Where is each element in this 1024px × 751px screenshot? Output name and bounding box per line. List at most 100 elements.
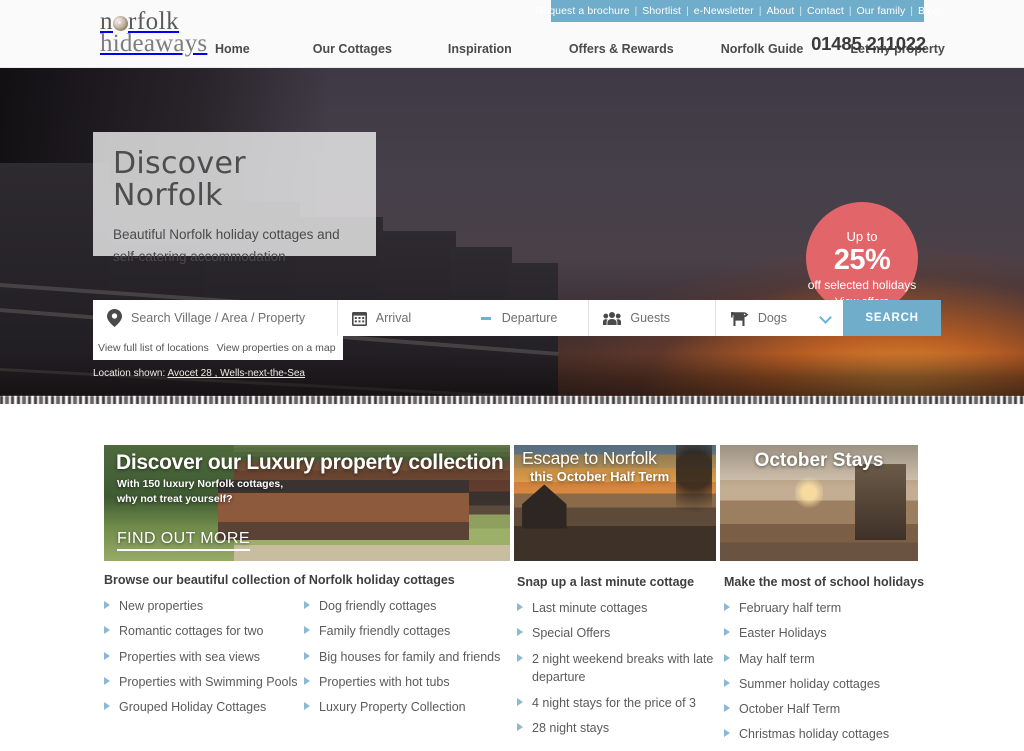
list-item[interactable]: Easter Holidays [724,624,934,643]
arrow-bullet-icon [517,697,523,706]
nav-item-norfolk-guide[interactable]: Norfolk Guide [721,42,804,56]
browse-link[interactable]: Luxury Property Collection [319,698,466,717]
guests-field[interactable]: Guests [589,300,716,336]
list-item[interactable]: Last minute cottages [517,599,717,618]
view-full-list-of-locations-link[interactable]: View full list of locations [98,342,209,354]
promo-card-heading: Escape to Norfolk [522,448,657,468]
list-item[interactable]: Family friendly cottages [304,622,504,641]
find-out-more-button[interactable]: FIND OUT MORE [117,530,250,551]
phone-number[interactable]: 01485 211022 [811,33,926,55]
list-item[interactable]: Properties with hot tubs [304,673,504,692]
list-item[interactable]: 4 night stays for the price of 3 [517,694,717,713]
utility-link-e-newsletter[interactable]: e-Newsletter [689,5,759,17]
utility-link-request-a-brochure[interactable]: Request a brochure [531,5,635,17]
hero-copy-panel: Discover Norfolk Beautiful Norfolk holid… [93,132,376,264]
calendar-icon [351,311,367,326]
utility-link-contact[interactable]: Contact [802,5,849,17]
chevron-down-icon[interactable] [819,311,833,324]
promo-card-luxury-collection[interactable]: Discover our Luxury property collection … [104,445,510,561]
school-link[interactable]: Christmas holiday cottages [739,725,889,744]
browse-list-left: New properties Romantic cottages for two… [104,597,304,723]
promo-card-text-line2: why not treat yourself? [117,493,233,506]
promo-card-october-stays[interactable]: October Stays [720,445,918,561]
list-item[interactable]: February half term [724,599,934,618]
list-item[interactable]: Dog friendly cottages [304,597,504,616]
school-holidays-list: February half term Easter Holidays May h… [724,599,934,751]
utility-link-blog[interactable]: Blog [913,5,944,17]
list-item[interactable]: Luxury Property Collection [304,698,504,717]
list-item[interactable]: New properties [104,597,304,616]
list-item[interactable]: Christmas holiday cottages [724,725,934,744]
browse-link[interactable]: New properties [119,597,203,616]
last-minute-link[interactable]: 28 night stays [532,719,609,738]
list-item[interactable]: Properties with Swimming Pools [104,673,304,692]
dogs-placeholder: Dogs [757,311,788,325]
arrow-bullet-icon [724,653,730,662]
utility-link-shortlist[interactable]: Shortlist [637,5,686,17]
browse-link[interactable]: Properties with sea views [119,648,260,667]
list-item[interactable]: Grouped Holiday Cottages [104,698,304,717]
browse-link[interactable]: Grouped Holiday Cottages [119,698,266,717]
arrival-placeholder: Arrival [375,311,412,325]
promo-card-heading: Discover our Luxury property collection [116,451,504,474]
list-item[interactable]: Properties with sea views [104,648,304,667]
browse-link[interactable]: Properties with Swimming Pools [119,673,298,692]
list-item[interactable]: May half term [724,650,934,669]
nav-item-our-cottages[interactable]: Our Cottages [313,42,392,56]
last-minute-link[interactable]: 2 night weekend breaks with late departu… [532,650,717,688]
view-properties-on-map-link[interactable]: View properties on a map [217,342,336,354]
rosette-up-to: Up to [846,229,878,244]
arrow-bullet-icon [104,626,110,635]
school-holidays-section: Make the most of school holidays Februar… [724,575,934,751]
school-holidays-heading: Make the most of school holidays [724,575,925,589]
school-link[interactable]: May half term [739,650,815,669]
school-link[interactable]: Easter Holidays [739,624,827,643]
list-item[interactable]: October Half Term [724,700,934,719]
location-search-field[interactable]: Search Village / Area / Property [93,300,338,336]
nav-item-home[interactable]: Home [215,42,250,56]
list-item[interactable]: Romantic cottages for two [104,622,304,641]
arrow-bullet-icon [517,722,523,731]
browse-link[interactable]: Properties with hot tubs [319,673,450,692]
school-link[interactable]: Summer holiday cottages [739,675,880,694]
browse-link[interactable]: Dog friendly cottages [319,597,436,616]
browse-link[interactable]: Romantic cottages for two [119,622,264,641]
school-link[interactable]: October Half Term [739,700,840,719]
school-link[interactable]: February half term [739,599,841,618]
promo-card-text: With 150 luxury Norfolk cottages, why no… [117,477,283,507]
nav-item-offers-rewards[interactable]: Offers & Rewards [569,42,674,56]
departure-placeholder: Departure [501,311,558,325]
logo-word-rest: rfolk [128,8,180,35]
last-minute-link[interactable]: 4 night stays for the price of 3 [532,694,696,713]
browse-section: Browse our beautiful collection of Norfo… [104,573,504,723]
promo-card-escape-to-norfolk[interactable]: Escape to Norfolk this October Half Term [514,445,716,561]
guests-placeholder: Guests [630,311,670,325]
torn-paper-divider [0,396,1024,418]
utility-link-about[interactable]: About [761,5,799,17]
hero-subtitle-line1: Beautiful Norfolk holiday cottages and [113,227,340,242]
list-item[interactable]: 28 night stays [517,719,717,738]
date-range-field[interactable]: Arrival Departure [338,300,590,336]
nav-item-inspiration[interactable]: Inspiration [448,42,512,56]
list-item[interactable]: Special Offers [517,624,717,643]
list-item[interactable]: Big houses for family and friends [304,648,504,667]
arrow-bullet-icon [724,603,730,611]
dogs-select[interactable]: Dogs [716,300,843,336]
search-bar: Search Village / Area / Property Arrival… [93,300,941,336]
search-button[interactable]: SEARCH [843,300,941,336]
last-minute-link[interactable]: Last minute cottages [532,599,647,618]
list-item[interactable]: Summer holiday cottages [724,675,934,694]
browse-link[interactable]: Family friendly cottages [319,622,450,641]
location-shown-link[interactable]: Avocet 28 , Wells-next-the-Sea [168,368,305,379]
browse-link[interactable]: Big houses for family and friends [319,648,500,667]
arrow-bullet-icon [724,729,730,738]
arrow-bullet-icon [304,702,310,710]
list-item[interactable]: 2 night weekend breaks with late departu… [517,650,717,688]
utility-link-our-family[interactable]: Our family [852,5,911,17]
last-minute-link[interactable]: Special Offers [532,624,610,643]
torn-paper-white [0,404,1024,418]
arrow-bullet-icon [104,651,110,660]
arrow-bullet-icon [104,702,110,710]
map-pin-icon [107,309,122,327]
site-logo[interactable]: n rfolk hideaways [100,9,220,56]
